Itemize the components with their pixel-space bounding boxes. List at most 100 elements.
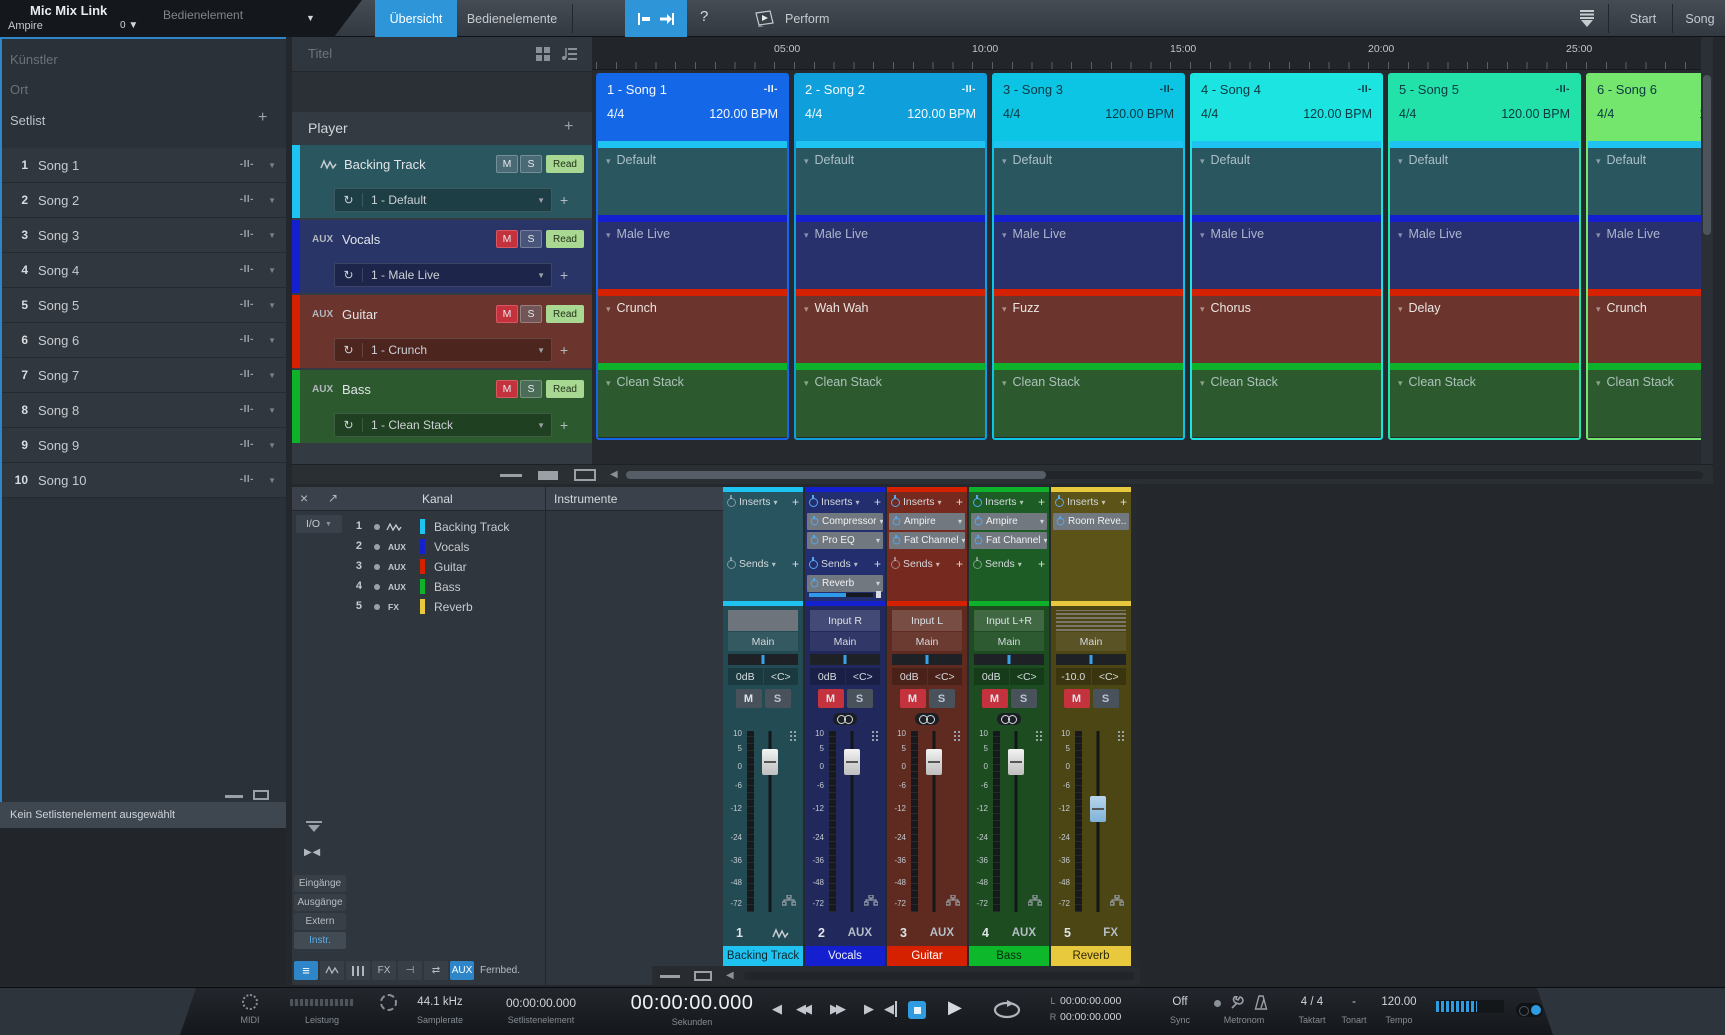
group-icon[interactable] bbox=[946, 895, 960, 906]
refresh-icon[interactable]: ↻ bbox=[335, 418, 363, 432]
gain-value[interactable]: -10.0 bbox=[1056, 668, 1091, 685]
detach-icon[interactable]: ↗ bbox=[328, 491, 338, 505]
pan-value[interactable]: <C> bbox=[1010, 668, 1045, 685]
setlist-row[interactable]: 5Song 5-II-▼ bbox=[2, 288, 286, 323]
power-icon[interactable] bbox=[893, 537, 901, 545]
setlist-row[interactable]: 6Song 6-II-▼ bbox=[2, 323, 286, 358]
insert-plugin[interactable]: Fat Channel▾ bbox=[889, 532, 965, 549]
mute-button[interactable]: M bbox=[736, 689, 762, 708]
sends-header[interactable]: Sends▾+ bbox=[887, 554, 967, 574]
mono-stereo-toggle[interactable] bbox=[915, 713, 939, 725]
output-select[interactable]: Main bbox=[810, 632, 880, 651]
pan-value[interactable]: <C> bbox=[846, 668, 881, 685]
bank-instruments-button[interactable]: Instr. bbox=[294, 932, 346, 949]
pan-control[interactable] bbox=[974, 654, 1044, 665]
collapse-down-icon[interactable] bbox=[308, 825, 320, 832]
grid-view-icon[interactable] bbox=[536, 47, 550, 61]
performance-meter[interactable] bbox=[290, 999, 354, 1006]
solo-button[interactable]: S bbox=[847, 689, 873, 708]
chevron-down-icon[interactable]: ▼ bbox=[268, 196, 276, 205]
channel-name-label[interactable]: Reverb bbox=[1051, 946, 1131, 966]
lane-bass[interactable]: ▾Clean Stack bbox=[1192, 363, 1381, 437]
sends-header[interactable]: Sends▾+ bbox=[805, 554, 885, 574]
song-button[interactable]: Song bbox=[1676, 0, 1724, 37]
lane-backing-track[interactable]: ▾Default bbox=[598, 141, 787, 215]
fader-handle[interactable] bbox=[1090, 796, 1106, 822]
location-field[interactable]: Ort bbox=[10, 82, 28, 97]
mixer-scrollbar[interactable] bbox=[744, 972, 1134, 980]
mono-stereo-toggle[interactable] bbox=[833, 713, 857, 725]
song-column-5[interactable]: 5 - Song 5-II- 4/4120.00 BPM ▾Default ▾M… bbox=[1388, 73, 1581, 440]
solo-button[interactable]: S bbox=[1011, 689, 1037, 708]
lane-guitar[interactable]: ▾Wah Wah bbox=[796, 289, 985, 363]
song-header[interactable]: 5 - Song 5-II- 4/4120.00 BPM bbox=[1390, 75, 1579, 141]
preset-dropdown[interactable]: ↻ 1 - Male Live ▼ bbox=[334, 263, 552, 287]
window-icon[interactable] bbox=[253, 790, 269, 800]
sends-header[interactable]: Sends▾+ bbox=[723, 554, 803, 574]
channel-fader[interactable]: 1050-6-12-24-36-48-72 bbox=[1054, 727, 1128, 920]
scrollbar-thumb[interactable] bbox=[626, 471, 1046, 479]
lane-guitar[interactable]: ▾Fuzz bbox=[994, 289, 1183, 363]
output-select[interactable]: Main bbox=[1056, 632, 1126, 651]
time-signature-value[interactable]: 4 / 4 bbox=[1288, 996, 1336, 1008]
add-insert-button[interactable]: + bbox=[874, 495, 881, 509]
input-select[interactable]: Input L bbox=[892, 610, 962, 631]
song-header[interactable]: 6 - Song 6-II- 4/4120.00 BPM bbox=[1588, 75, 1713, 141]
lane-bass[interactable]: ▾Clean Stack bbox=[598, 363, 787, 437]
gain-value[interactable]: 0dB bbox=[728, 668, 763, 685]
group-icon[interactable] bbox=[864, 895, 878, 906]
inserts-header[interactable]: Inserts▾+ bbox=[969, 492, 1049, 512]
lane-bass[interactable]: ▾Clean Stack bbox=[1390, 363, 1579, 437]
power-icon[interactable] bbox=[975, 537, 983, 545]
player-track-backing-track[interactable]: Backing Track M S Read ↻ 1 - Default ▼ + bbox=[292, 145, 592, 218]
add-preset-button[interactable]: + bbox=[560, 417, 568, 433]
mono-stereo-toggle[interactable] bbox=[997, 713, 1021, 725]
preset-dropdown[interactable]: ↻ 1 - Clean Stack ▼ bbox=[334, 413, 552, 437]
bank-inputs-button[interactable]: Eingänge bbox=[294, 875, 346, 892]
help-icon[interactable]: ? bbox=[700, 8, 708, 25]
mute-button[interactable]: M bbox=[1064, 689, 1090, 708]
channel-list-row[interactable]: 5FXReverb bbox=[340, 597, 540, 617]
chevron-down-icon[interactable]: ▼ bbox=[268, 371, 276, 380]
power-icon[interactable] bbox=[891, 560, 900, 569]
automation-read-button[interactable]: Read bbox=[546, 230, 584, 248]
options-dots-icon[interactable] bbox=[954, 731, 956, 733]
lane-backing-track[interactable]: ▾Default bbox=[1588, 141, 1713, 215]
io-dropdown[interactable]: I/O▼ bbox=[296, 515, 342, 533]
setlist-row[interactable]: 7Song 7-II-▼ bbox=[2, 358, 286, 393]
setlist-row[interactable]: 10Song 10-II-▼ bbox=[2, 463, 286, 498]
add-preset-button[interactable]: + bbox=[560, 267, 568, 283]
sync-value[interactable]: Off bbox=[1160, 996, 1200, 1008]
player-track-vocals[interactable]: AUX Vocals M S Read ↻ 1 - Male Live ▼ + bbox=[292, 220, 592, 293]
add-insert-button[interactable]: + bbox=[1120, 495, 1127, 509]
vertical-scrollbar[interactable] bbox=[1701, 37, 1713, 464]
song-column-1[interactable]: 1 - Song 1-II- 4/4120.00 BPM ▾Default ▾M… bbox=[596, 73, 789, 440]
mute-button[interactable]: M bbox=[496, 305, 518, 323]
samplerate-value[interactable]: 44.1 kHz bbox=[404, 996, 476, 1008]
add-send-button[interactable]: + bbox=[874, 557, 881, 571]
pan-control[interactable] bbox=[892, 654, 962, 665]
add-preset-button[interactable]: + bbox=[560, 192, 568, 208]
insert-plugin[interactable]: Ampire▾ bbox=[971, 513, 1047, 530]
output-select[interactable]: Main bbox=[892, 632, 962, 651]
tempo-value[interactable]: 120.00 bbox=[1372, 996, 1426, 1008]
song-header[interactable]: 3 - Song 3-II- 4/4120.00 BPM bbox=[994, 75, 1183, 141]
lane-backing-track[interactable]: ▾Default bbox=[1192, 141, 1381, 215]
insert-plugin[interactable]: Fat Channel▾ bbox=[971, 532, 1047, 549]
lane-vocals[interactable]: ▾Male Live bbox=[994, 215, 1183, 289]
setup-wrench-icon[interactable] bbox=[1230, 996, 1244, 1010]
power-icon[interactable] bbox=[891, 498, 900, 507]
metronome-icon[interactable] bbox=[1254, 995, 1268, 1010]
power-icon[interactable] bbox=[893, 518, 901, 526]
tab-controls[interactable]: Bedienelemente bbox=[457, 0, 567, 37]
setlist-row[interactable]: 3Song 3-II-▼ bbox=[2, 218, 286, 253]
add-song-button[interactable]: + bbox=[258, 109, 267, 127]
key-value[interactable]: - bbox=[1338, 996, 1370, 1008]
channel-name-label[interactable]: Guitar bbox=[887, 946, 967, 966]
inserts-header[interactable]: Inserts▾+ bbox=[805, 492, 885, 512]
waveform-filter-button[interactable] bbox=[320, 961, 344, 980]
prev-marker-icon[interactable]: ◀ bbox=[772, 1001, 782, 1017]
minimize-icon[interactable] bbox=[660, 975, 680, 978]
chevron-down-icon[interactable]: ▼ bbox=[268, 231, 276, 240]
mute-button[interactable]: M bbox=[818, 689, 844, 708]
